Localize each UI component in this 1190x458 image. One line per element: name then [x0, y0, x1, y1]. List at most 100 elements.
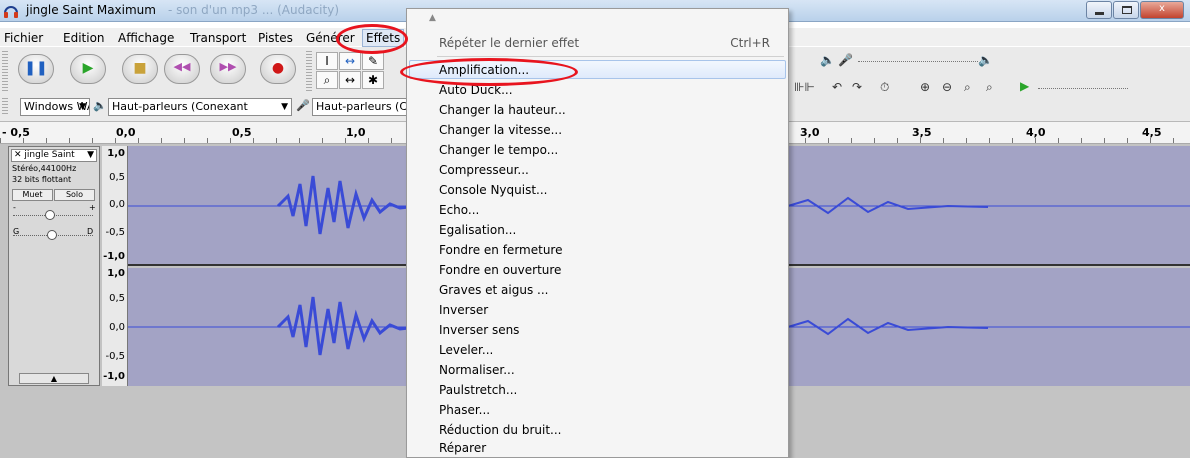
effect-item[interactable]: Changer la hauteur...: [439, 103, 566, 117]
chevron-down-icon: ▼: [79, 102, 86, 112]
repeat-shortcut: Ctrl+R: [730, 36, 770, 50]
ruler-label: 4,0: [1026, 126, 1046, 139]
annotation-ellipse-amplification: [400, 58, 578, 86]
timeshift-tool-icon[interactable]: ↔: [339, 71, 361, 89]
ruler-label: 1,0: [346, 126, 366, 139]
menu-pistes[interactable]: Pistes: [258, 31, 293, 45]
effect-item[interactable]: Inverser sens: [439, 323, 519, 337]
ruler-label: - 0,5: [2, 126, 30, 139]
effect-item[interactable]: Normaliser...: [439, 363, 515, 377]
repeat-last-effect-item[interactable]: Répéter le dernier effet: [439, 36, 579, 50]
effect-item[interactable]: Console Nyquist...: [439, 183, 548, 197]
menu-edition[interactable]: Edition: [63, 31, 105, 45]
tools-grip[interactable]: [306, 51, 312, 91]
effect-item[interactable]: Changer la vitesse...: [439, 123, 562, 137]
effect-item[interactable]: Fondre en fermeture: [439, 243, 562, 257]
window-controls: x: [1085, 1, 1184, 19]
output-device-select[interactable]: Haut-parleurs (Conexant ▼: [108, 98, 292, 116]
close-button[interactable]: x: [1140, 1, 1184, 19]
stop-icon: ■: [133, 60, 147, 76]
zoom-tool-icon[interactable]: ⌕: [316, 71, 338, 89]
maximize-button[interactable]: [1113, 1, 1139, 19]
scale-label: 0,5: [109, 172, 125, 183]
pan-slider-knob[interactable]: [47, 230, 57, 240]
close-track-icon[interactable]: ✕: [14, 150, 22, 160]
ruler-label: 3,5: [912, 126, 932, 139]
track-name-button[interactable]: ✕ jingle Saint ▼: [11, 149, 97, 162]
multi-tool-icon[interactable]: ✱: [362, 71, 384, 89]
record-button[interactable]: ●: [260, 54, 296, 84]
speaker-device-icon: 🔈: [93, 99, 107, 112]
meter-slider[interactable]: [858, 61, 978, 62]
scale-label: 0,0: [109, 322, 125, 333]
menu-separator: [437, 56, 784, 57]
gain-minus-label: -: [13, 203, 16, 212]
device-grip[interactable]: [2, 98, 8, 116]
pause-button[interactable]: ❚❚: [18, 54, 54, 84]
menu-fichier[interactable]: Fichier: [4, 31, 43, 45]
scale-label: 1,0: [107, 268, 125, 279]
play-at-speed-icon[interactable]: ▶: [1020, 79, 1029, 93]
zoom-in-icon[interactable]: ⊕: [920, 80, 930, 94]
skip-start-button[interactable]: ◀◀: [164, 54, 200, 84]
input-device-select[interactable]: Haut-parleurs (Co: [312, 98, 412, 116]
speaker-icon[interactable]: 🔈: [820, 53, 835, 67]
menu-transport[interactable]: Transport: [190, 31, 246, 45]
selection-tool-icon[interactable]: I: [316, 52, 338, 70]
skip-end-button[interactable]: ▶▶: [210, 54, 246, 84]
fit-selection-icon[interactable]: ⌕: [964, 80, 971, 95]
collapse-arrow-icon: ▲: [50, 374, 58, 383]
menu-affichage[interactable]: Affichage: [118, 31, 174, 45]
minimize-button[interactable]: [1086, 1, 1112, 19]
effect-item[interactable]: Paulstretch...: [439, 383, 517, 397]
play-speed-slider[interactable]: [1038, 88, 1128, 89]
mute-button[interactable]: Muet: [12, 189, 53, 201]
scale-label: 0,0: [109, 199, 125, 210]
scroll-up-icon[interactable]: ▲: [429, 13, 436, 23]
skip-end-icon: ▶▶: [219, 60, 237, 73]
effect-item[interactable]: Compresseur...: [439, 163, 529, 177]
microphone-device-icon: 🎤: [296, 99, 310, 112]
speaker-meter-icon: 🔈: [978, 53, 993, 67]
collapse-track-button[interactable]: ▲: [19, 373, 89, 384]
effect-item[interactable]: Phaser...: [439, 403, 490, 417]
host-select[interactable]: Windows WA:▼: [20, 98, 90, 116]
device-toolbar: Windows WA:▼ 🔈 Haut-parleurs (Conexant▼ …: [0, 96, 420, 118]
effect-item[interactable]: Réparer: [439, 441, 486, 455]
microphone-icon[interactable]: 🎤: [838, 53, 853, 67]
stop-button[interactable]: ■: [122, 54, 158, 84]
gain-slider-knob[interactable]: [45, 210, 55, 220]
tools-toolbar: I ↔ ✎ ⌕ ↔ ✱: [316, 52, 400, 90]
ruler-label: 4,5: [1142, 126, 1162, 139]
scale-label: -0,5: [105, 227, 125, 238]
toolbar-grip[interactable]: [2, 51, 8, 91]
fit-project-icon[interactable]: ⌕: [986, 80, 993, 95]
draw-tool-icon[interactable]: ✎: [362, 52, 384, 70]
play-button[interactable]: ▶: [70, 54, 106, 84]
effect-item[interactable]: Echo...: [439, 203, 479, 217]
annotation-ellipse-effets: [336, 24, 408, 54]
chevron-down-icon: ▼: [87, 150, 94, 160]
window-title-faded: - son d'un mp3 ... (Audacity): [168, 3, 339, 17]
undo-icon[interactable]: ↶: [832, 80, 842, 94]
trim-icon[interactable]: ⊪⊩: [794, 80, 815, 94]
effect-item[interactable]: Changer le tempo...: [439, 143, 558, 157]
close-icon: x: [1159, 3, 1165, 14]
redo-icon[interactable]: ↷: [852, 80, 862, 94]
scale-label: -1,0: [103, 371, 125, 382]
record-icon: ●: [271, 60, 285, 76]
effect-item[interactable]: Inverser: [439, 303, 488, 317]
effect-item[interactable]: Leveler...: [439, 343, 493, 357]
envelope-tool-icon[interactable]: ↔: [339, 52, 361, 70]
timer-icon[interactable]: ⏱: [880, 80, 889, 95]
gain-plus-label: +: [89, 203, 96, 212]
effect-item[interactable]: Réduction du bruit...: [439, 423, 561, 437]
zoom-out-icon[interactable]: ⊖: [942, 80, 952, 94]
output-device-value: Haut-parleurs (Conexant: [112, 100, 248, 113]
solo-button[interactable]: Solo: [54, 189, 95, 201]
effect-item[interactable]: Fondre en ouverture: [439, 263, 561, 277]
scale-label: 0,5: [109, 293, 125, 304]
effect-item[interactable]: Graves et aigus ...: [439, 283, 548, 297]
effect-item[interactable]: Egalisation...: [439, 223, 516, 237]
window-title: jingle Saint Maximum: [26, 3, 156, 17]
